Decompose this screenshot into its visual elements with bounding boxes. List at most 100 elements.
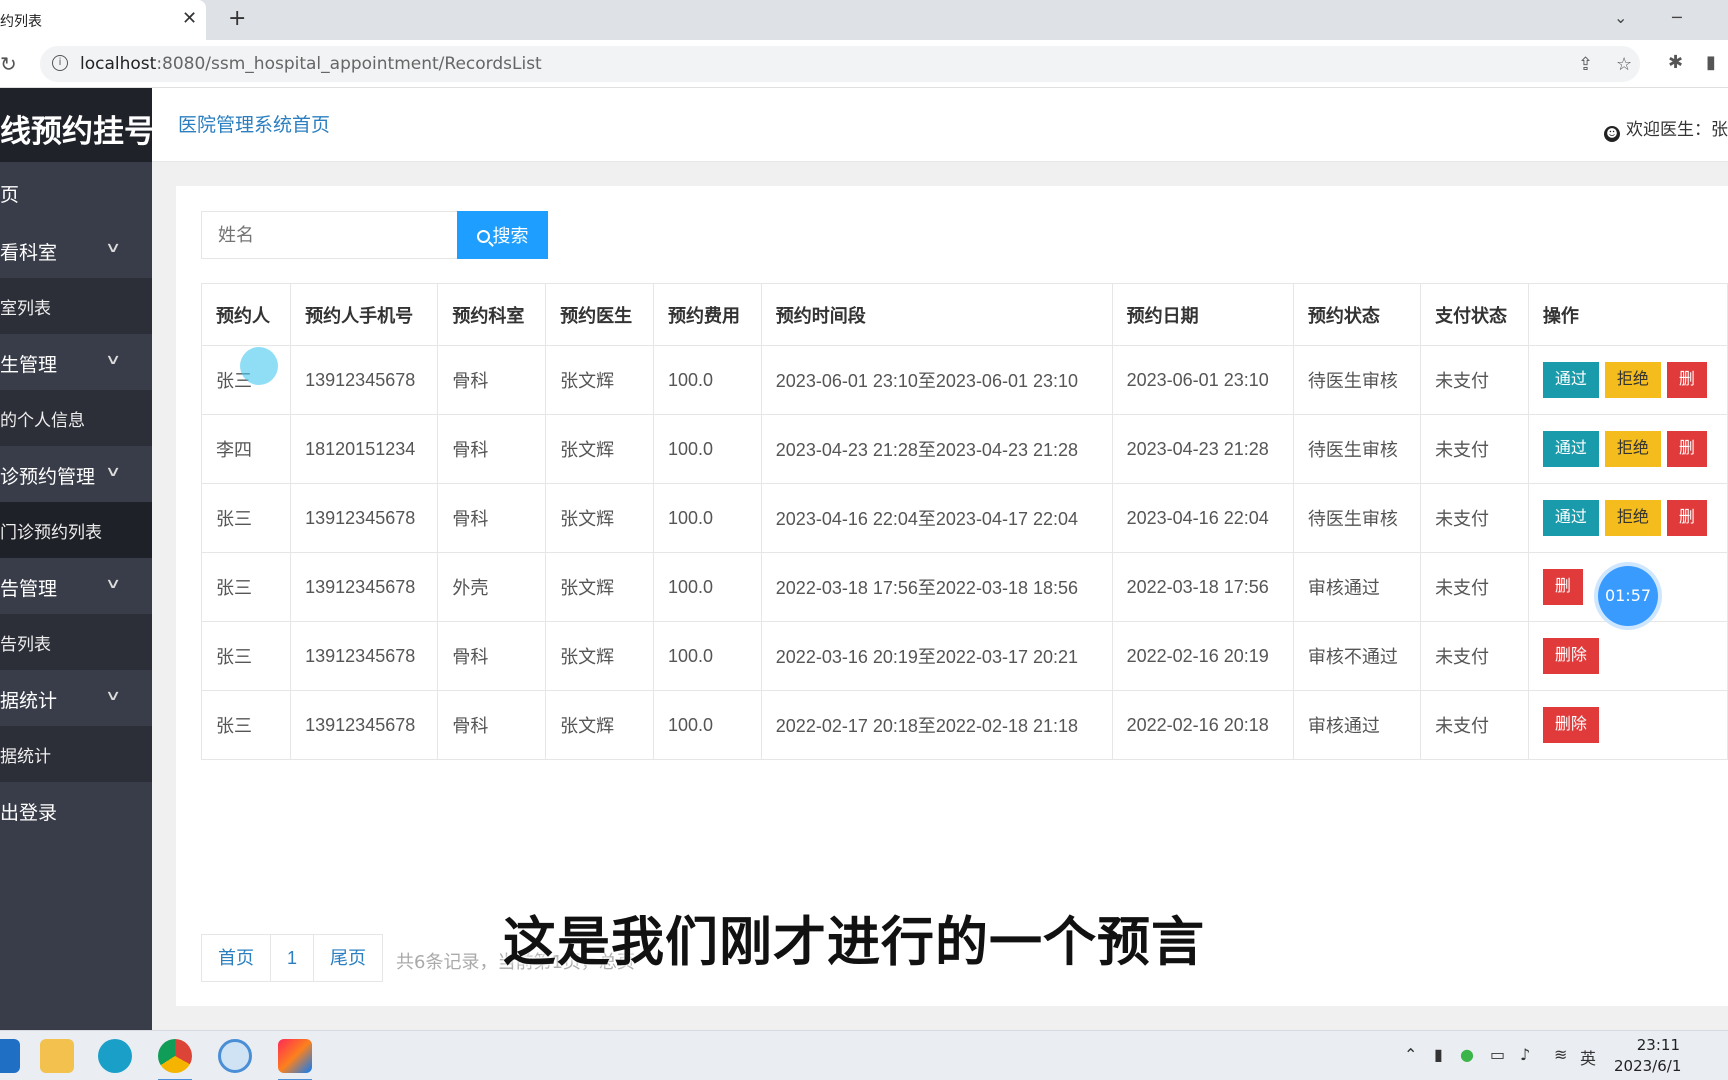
tab-close-icon[interactable]: ✕ [182, 8, 197, 29]
cell-period: 2023-06-01 23:10至2023-06-01 23:10 [760, 345, 1113, 415]
wechat-icon[interactable]: ● [1460, 1045, 1474, 1064]
table-row: 张三 13912345678 外壳 张文辉 100.0 2022-03-18 17:56至… [200, 552, 1728, 622]
mail-app-icon[interactable] [0, 1039, 20, 1073]
sidebar-item-5[interactable]: 诊预约管理 ∨ [0, 446, 152, 502]
site-info-icon[interactable]: i [52, 55, 68, 71]
chevron-down-icon: ∨ [104, 576, 122, 592]
volume-icon[interactable]: ♪ [1520, 1045, 1530, 1064]
microphone-icon[interactable]: ▮ [1434, 1045, 1443, 1064]
share-icon[interactable]: ⇪ [1578, 54, 1593, 75]
tray-chevron-icon[interactable]: ⌃ [1404, 1045, 1417, 1064]
cell-dept: 骨科 [437, 621, 547, 691]
cell-actions: 通过 拒绝删 [1527, 345, 1728, 415]
pagination: 首页 1 尾页 [201, 934, 384, 982]
browser-tabbar: 约列表 ✕ + ⌄ ─ [0, 0, 1728, 40]
cell-status: 待医生审核 [1292, 414, 1422, 484]
brand: 线预约挂号 [0, 88, 155, 162]
search-button-label: 搜索 [492, 226, 529, 246]
new-tab-icon[interactable]: + [228, 6, 246, 31]
chevron-down-icon: ∨ [104, 240, 122, 256]
delete-button[interactable]: 删除 [1542, 707, 1599, 743]
sidebar-item-label: 诊预约管理 [0, 466, 96, 488]
sidebar-item-label: 据统计 [0, 747, 51, 767]
sidebar-item-10[interactable]: 据统计 [0, 726, 152, 782]
sidebar-item-4[interactable]: 的个人信息 [0, 390, 152, 446]
cell-period: 2022-03-18 17:56至2022-03-18 18:56 [760, 552, 1113, 622]
cell-name: 张三 [200, 552, 292, 622]
tab-search-chevron-icon[interactable]: ⌄ [1614, 8, 1627, 27]
reject-button[interactable]: 拒绝 [1604, 431, 1661, 467]
table-row: 张三 13912345678 骨科 张文辉 100.0 2022-02-17 20:18至… [200, 690, 1728, 760]
home-link[interactable]: 医院管理系统首页 [178, 110, 330, 137]
recording-timer[interactable]: 01:57 [1598, 566, 1658, 626]
cell-doctor: 张文辉 [545, 483, 654, 553]
table-row: 张三 13912345678 骨科 张文辉 100.0 2023-04-16 22:04至… [200, 483, 1728, 553]
edge-browser-icon[interactable] [98, 1039, 132, 1073]
sidebar-item-11[interactable]: 出登录 [0, 782, 152, 838]
minimize-icon[interactable]: ─ [1672, 8, 1682, 27]
approve-button[interactable]: 通过 [1542, 362, 1599, 398]
bookmark-star-icon[interactable]: ☆ [1616, 54, 1632, 75]
address-bar[interactable]: i localhost:8080/ssm_hospital_appointmen… [40, 46, 1640, 82]
battery-icon[interactable]: ▭ [1490, 1045, 1505, 1064]
pager-first[interactable]: 首页 [202, 935, 271, 981]
cell-phone: 13912345678 [290, 690, 439, 760]
sidebar-item-6[interactable]: 门诊预约列表 [0, 502, 152, 558]
cell-date: 2022-02-16 20:19 [1111, 621, 1294, 691]
system-clock[interactable]: 23:11 2023/6/1 [1614, 1035, 1681, 1077]
chevron-down-icon: ∨ [104, 688, 122, 704]
sidebar-item-0[interactable]: 页 [0, 162, 152, 222]
sidebar-item-label: 门诊预约列表 [0, 523, 102, 543]
ime-indicator[interactable]: 英 [1580, 1045, 1596, 1069]
chrome-browser-icon[interactable] [158, 1039, 192, 1080]
column-header: 预约人手机号 [290, 283, 439, 346]
intellij-idea-icon[interactable] [278, 1039, 312, 1080]
reject-button[interactable]: 拒绝 [1604, 362, 1661, 398]
sidebar-item-8[interactable]: 告列表 [0, 614, 152, 670]
search-input[interactable] [201, 211, 458, 259]
photos-app-icon[interactable] [218, 1039, 252, 1073]
reload-icon[interactable]: ↻ [0, 52, 17, 76]
cell-dept: 骨科 [437, 690, 547, 760]
cell-status: 审核不通过 [1292, 621, 1422, 691]
cell-fee: 100.0 [652, 414, 762, 484]
network-icon[interactable]: ≋ [1554, 1045, 1567, 1064]
file-explorer-icon[interactable] [40, 1039, 74, 1073]
sidebar-item-label: 据统计 [0, 690, 58, 712]
chevron-down-icon: ∨ [104, 464, 122, 480]
cell-doctor: 张文辉 [545, 621, 654, 691]
cell-status: 审核通过 [1292, 690, 1422, 760]
sidebar-item-label: 告列表 [0, 635, 51, 655]
delete-button[interactable]: 删除 [1542, 638, 1599, 674]
approve-button[interactable]: 通过 [1542, 431, 1599, 467]
cell-pay: 未支付 [1420, 345, 1529, 415]
pager-page-1[interactable]: 1 [271, 935, 315, 981]
search-button[interactable]: 搜索 [457, 211, 548, 259]
cell-pay: 未支付 [1420, 690, 1529, 760]
welcome-user[interactable]: ☻ 欢迎医生：张 [1604, 115, 1728, 142]
delete-button[interactable]: 删 [1666, 362, 1707, 398]
sidebar-item-2[interactable]: 室列表 [0, 278, 152, 334]
url-path: :8080/ssm_hospital_appointment/RecordsLi… [156, 54, 542, 74]
reject-button[interactable]: 拒绝 [1604, 500, 1661, 536]
extensions-icon[interactable]: ✱ [1668, 52, 1683, 73]
column-header: 预约科室 [437, 283, 547, 346]
approve-button[interactable]: 通过 [1542, 500, 1599, 536]
cell-date: 2023-04-23 21:28 [1111, 414, 1294, 484]
welcome-text: 欢迎医生：张 [1626, 120, 1728, 140]
delete-button[interactable]: 删 [1666, 500, 1707, 536]
sidebar-item-3[interactable]: 生管理 ∨ [0, 334, 152, 390]
delete-button[interactable]: 删 [1666, 431, 1707, 467]
pager-last[interactable]: 尾页 [314, 935, 382, 981]
sidebar-item-9[interactable]: 据统计 ∨ [0, 670, 152, 726]
cell-date: 2023-04-16 22:04 [1111, 483, 1294, 553]
cell-status: 审核通过 [1292, 552, 1422, 622]
side-panel-icon[interactable]: ▮ [1706, 52, 1716, 73]
cell-period: 2022-02-17 20:18至2022-02-18 21:18 [760, 690, 1113, 760]
cell-doctor: 张文辉 [545, 552, 654, 622]
browser-tab-active[interactable]: 约列表 ✕ [0, 0, 206, 40]
delete-button[interactable]: 删 [1542, 569, 1583, 605]
sidebar-item-label: 室列表 [0, 299, 51, 319]
sidebar-item-7[interactable]: 告管理 ∨ [0, 558, 152, 614]
sidebar-item-1[interactable]: 看科室 ∨ [0, 222, 152, 278]
